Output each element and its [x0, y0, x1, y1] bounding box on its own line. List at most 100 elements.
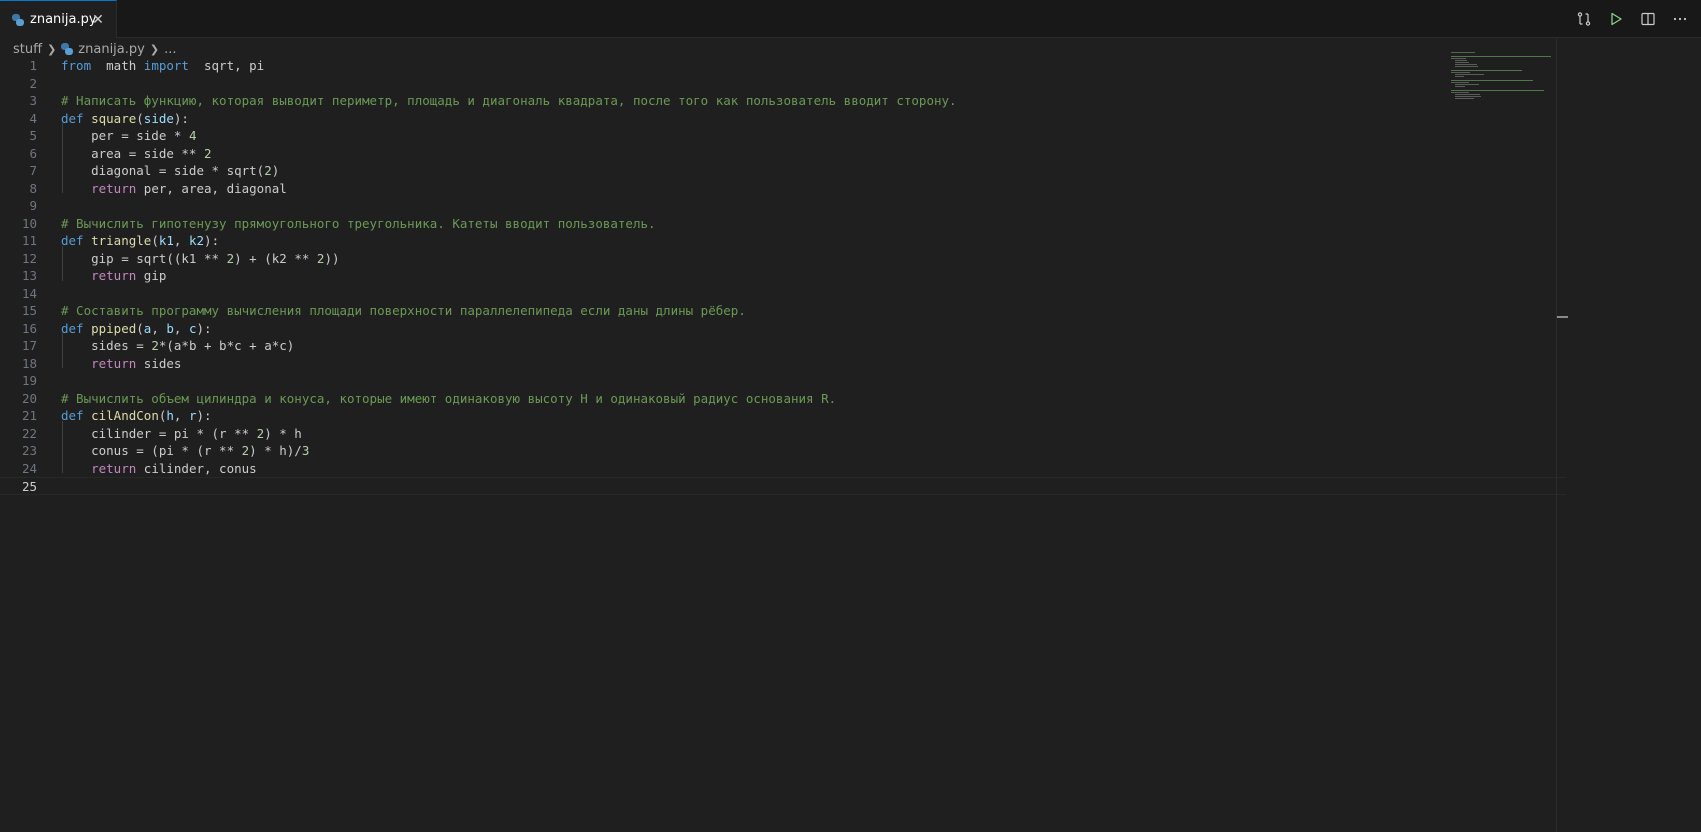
code-line[interactable]: 12 gip = sqrt((k1 ** 2) + (k2 ** 2)) — [0, 250, 1566, 268]
minimap-line — [1454, 86, 1466, 87]
code-line[interactable]: 16 def ppiped(a, b, c): — [0, 320, 1566, 338]
line-number: 19 — [21, 373, 37, 388]
line-number: 11 — [21, 233, 37, 248]
code-token: ) * h)/ — [249, 443, 302, 458]
minimap-line — [1451, 52, 1476, 53]
code-token: ppiped — [91, 320, 137, 336]
code-text: cilinder = pi * (r ** 2) * h — [61, 425, 302, 443]
line-number: 14 — [21, 285, 37, 301]
code-token: )) — [324, 250, 340, 266]
breadcrumb-symbol-ellipsis[interactable]: ... — [164, 42, 176, 57]
code-line[interactable]: 24 return cilinder, conus — [0, 460, 1566, 478]
code-text: area = side ** 2 — [61, 145, 211, 163]
code-line[interactable]: 20 # Вычислить объем цилиндра и конуса, к… — [0, 390, 1566, 408]
code-text: diagonal = side * sqrt(2) — [61, 162, 279, 180]
minimap-line — [1451, 72, 1470, 73]
code-token: , — [173, 320, 189, 336]
code-line[interactable]: 6 area = side ** 2 — [0, 145, 1566, 163]
split-editor-icon[interactable] — [1637, 8, 1659, 30]
code-token: ) * h — [264, 425, 302, 441]
minimap-line — [1454, 62, 1469, 63]
python-file-icon — [12, 13, 24, 26]
code-token: 3 — [301, 443, 310, 458]
code-text: # Вычислить гипотенузу прямоугольного тр… — [61, 215, 656, 233]
vertical-scrollbar[interactable] — [1556, 38, 1566, 832]
code-line[interactable]: 11 def triangle(k1, k2): — [0, 232, 1566, 250]
code-line[interactable]: 7 diagonal = side * sqrt(2) — [0, 162, 1566, 180]
line-number: 2 — [29, 75, 37, 91]
code-text: conus = (pi * (r ** 2) * h)/3 — [61, 442, 309, 460]
code-line[interactable]: 15 # Составить программу вычисления площа… — [0, 302, 1566, 320]
line-number: 20 — [21, 390, 37, 406]
code-line[interactable]: 18 return sides — [0, 355, 1566, 373]
code-token: # Написать функцию, которая выводит пери… — [61, 93, 957, 108]
code-token: # Составить программу вычисления площади… — [61, 303, 746, 318]
code-token: , — [151, 320, 167, 336]
code-line[interactable]: 23 conus = (pi * (r ** 2) * h)/3 — [0, 442, 1566, 460]
code-line[interactable]: 25 — [0, 477, 1566, 495]
minimap-line — [1451, 90, 1544, 91]
code-editor[interactable]: 1 from math import sqrt, pi 2 3 # Написать ф… — [0, 57, 1566, 832]
code-line[interactable]: 4 def square(side): — [0, 110, 1566, 128]
code-token: per = side * — [61, 128, 189, 143]
code-line[interactable]: 17 sides = 2*(a*b + b*c + a*c) — [0, 337, 1566, 355]
code-line[interactable]: 13 return gip — [0, 267, 1566, 285]
code-token: ): — [173, 110, 189, 126]
code-text: return sides — [61, 355, 181, 373]
code-text: def square(side): — [61, 110, 189, 128]
minimap-line — [1454, 98, 1475, 99]
line-number: 4 — [29, 110, 37, 126]
code-line[interactable]: 14 — [0, 285, 1566, 303]
code-line[interactable]: 19 — [0, 372, 1566, 390]
code-line[interactable]: 21 def cilAndCon(h, r): — [0, 407, 1566, 425]
compare-changes-icon[interactable] — [1573, 8, 1595, 30]
code-text: from math import sqrt, pi — [61, 57, 264, 75]
run-file-icon[interactable] — [1605, 8, 1627, 30]
code-token: conus = (pi * (r ** — [61, 443, 242, 458]
minimap-line — [1451, 92, 1469, 93]
code-text: # Написать функцию, которая выводит пери… — [61, 92, 957, 110]
line-number: 16 — [21, 320, 37, 336]
minimap-line — [1451, 56, 1551, 57]
code-token: # Вычислить объем цилиндра и конуса, кот… — [61, 390, 837, 406]
line-number: 1 — [29, 58, 37, 73]
code-line[interactable]: 22 cilinder = pi * (r ** 2) * h — [0, 425, 1566, 443]
minimap-line — [1454, 84, 1479, 85]
code-line[interactable]: 9 — [0, 197, 1566, 215]
close-icon[interactable]: ✕ — [90, 12, 106, 28]
code-line[interactable]: 2 — [0, 75, 1566, 93]
minimap-line — [1451, 58, 1467, 59]
code-token: return — [91, 268, 137, 283]
code-token: def — [61, 408, 84, 423]
breadcrumb-file[interactable]: znanija.py — [78, 42, 145, 57]
code-text: return gip — [61, 267, 166, 285]
tab-znanija-py[interactable]: znanija.py ✕ — [0, 0, 117, 38]
code-token: k1 — [158, 233, 174, 248]
line-number: 3 — [29, 93, 37, 108]
code-line[interactable]: 5 per = side * 4 — [0, 127, 1566, 145]
code-line[interactable]: 1 from math import sqrt, pi — [0, 57, 1566, 75]
code-token: gip — [136, 268, 167, 283]
code-token: ): — [204, 233, 220, 248]
code-token: ( — [151, 233, 159, 248]
code-text: return per, area, diagonal — [61, 180, 287, 198]
code-line[interactable]: 3 # Написать функцию, которая выводит пер… — [0, 92, 1566, 110]
code-token: 2 — [264, 163, 272, 178]
code-line[interactable]: 8 return per, area, diagonal — [0, 180, 1566, 198]
minimap-line — [1451, 82, 1469, 83]
breadcrumb-folder[interactable]: stuff — [13, 42, 42, 57]
code-token: # Вычислить гипотенузу прямоугольного тр… — [61, 215, 656, 231]
scrollbar-cursor-marker — [1557, 316, 1568, 318]
code-token: , — [173, 408, 189, 423]
code-line[interactable]: 10 # Вычислить гипотенузу прямоугольного … — [0, 215, 1566, 233]
line-number: 5 — [29, 128, 37, 143]
more-actions-icon[interactable] — [1669, 8, 1691, 30]
minimap[interactable] — [1451, 52, 1556, 102]
code-token: def — [61, 320, 84, 336]
